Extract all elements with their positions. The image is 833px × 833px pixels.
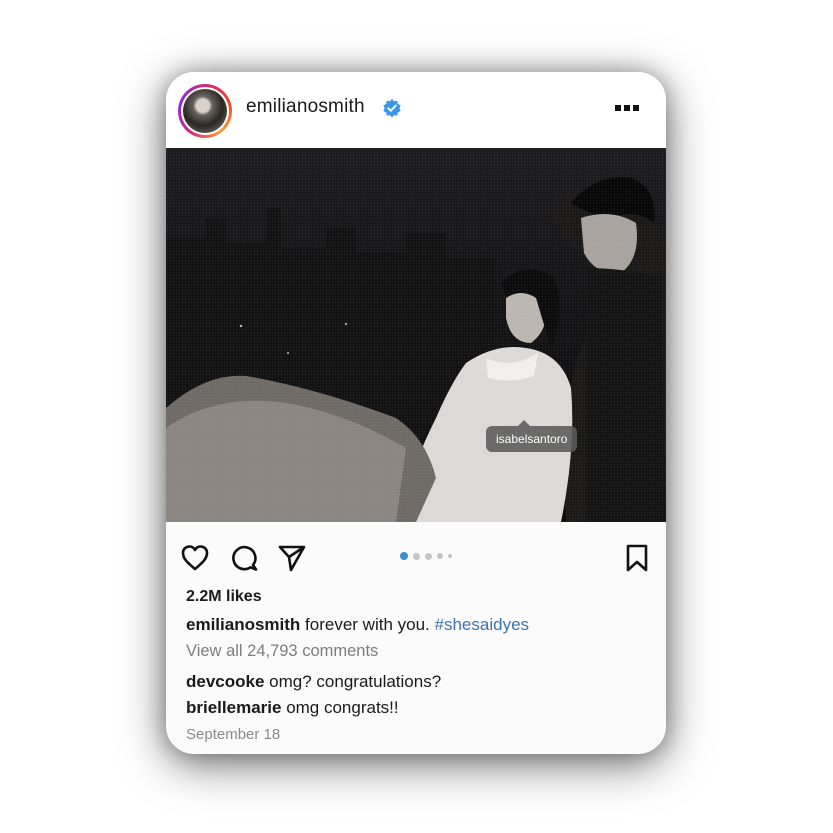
verified-badge-icon bbox=[383, 99, 401, 118]
view-all-comments-link[interactable]: View all 24,793 comments bbox=[186, 642, 378, 661]
comment-text: omg congrats!! bbox=[286, 698, 399, 717]
carousel-dot bbox=[400, 552, 408, 560]
likes-count[interactable]: 2.2M likes bbox=[186, 588, 262, 606]
post-username[interactable]: emilianosmith bbox=[246, 96, 365, 118]
post-header: emilianosmith bbox=[166, 72, 666, 148]
comment-bubble-icon[interactable] bbox=[229, 543, 259, 573]
caption-text: forever with you. bbox=[305, 615, 430, 634]
comment-username[interactable]: devcooke bbox=[186, 672, 264, 691]
avatar[interactable] bbox=[178, 84, 232, 138]
comment-text: omg? congratulations? bbox=[269, 672, 442, 691]
paper-plane-icon[interactable] bbox=[277, 543, 307, 573]
comment-item: devcooke omg? congratulations? bbox=[186, 672, 441, 692]
action-bar bbox=[166, 522, 666, 592]
carousel-dot bbox=[413, 552, 420, 560]
carousel-dot bbox=[437, 553, 443, 559]
comment-item: briellemarie omg congrats!! bbox=[186, 698, 399, 718]
caption-hashtag[interactable]: #shesaidyes bbox=[435, 615, 530, 634]
bookmark-icon[interactable] bbox=[625, 543, 649, 573]
carousel-dot bbox=[448, 554, 452, 558]
photo-user-tag[interactable]: isabelsantoro bbox=[486, 420, 578, 452]
post-photo[interactable]: isabelsantoro bbox=[166, 148, 666, 522]
heart-icon[interactable] bbox=[180, 543, 210, 573]
avatar-image bbox=[183, 89, 227, 133]
more-options-icon[interactable] bbox=[614, 102, 640, 114]
carousel-dot bbox=[425, 552, 432, 560]
post-card: emilianosmith isabelsantoro 2.2M likes e… bbox=[166, 72, 666, 754]
caption-username[interactable]: emilianosmith bbox=[186, 615, 300, 634]
post-photo-image bbox=[166, 148, 666, 522]
comment-username[interactable]: briellemarie bbox=[186, 698, 281, 717]
post-caption: emilianosmith forever with you. #shesaid… bbox=[186, 615, 529, 635]
post-date: September 18 bbox=[186, 726, 281, 743]
